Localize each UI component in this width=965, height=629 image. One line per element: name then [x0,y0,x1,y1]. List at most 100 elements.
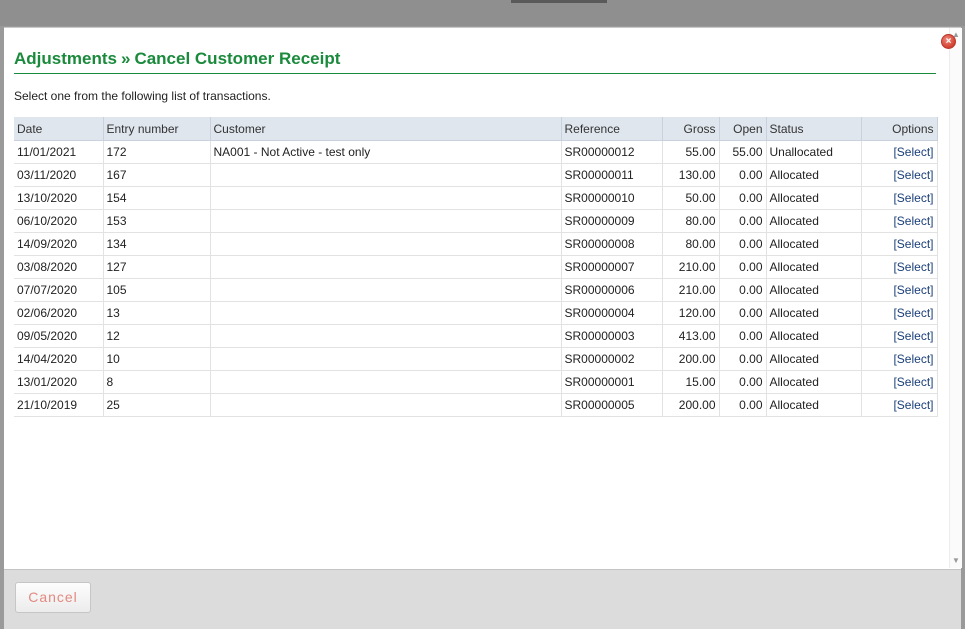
select-link[interactable]: [Select] [893,375,933,389]
cell-options: [Select] [861,163,938,187]
cell-options: [Select] [861,278,938,302]
column-header-entry-number[interactable]: Entry number [103,117,211,141]
select-link[interactable]: [Select] [893,283,933,297]
column-header-customer[interactable]: Customer [210,117,562,141]
backdrop-bar [511,0,607,3]
cancel-button[interactable]: Cancel [15,582,91,613]
cell-reference: SR00000012 [561,140,663,164]
cell-gross: 210.00 [662,255,720,279]
cell-customer [210,209,562,233]
cell-customer [210,163,562,187]
table-row: 07/07/2020 105 SR00000006 210.00 0.00 Allocat… [14,278,938,302]
select-link[interactable]: [Select] [893,145,933,159]
cell-status: Allocated [766,370,862,394]
cell-date: 14/04/2020 [14,347,104,371]
column-header-open[interactable]: Open [719,117,767,141]
column-header-status[interactable]: Status [766,117,862,141]
cell-entry-number: 105 [103,278,211,302]
dialog-scrollbar[interactable]: ▲ ▼ [949,28,962,568]
cell-options: [Select] [861,347,938,371]
cell-entry-number: 154 [103,186,211,210]
cell-options: [Select] [861,393,938,417]
cell-customer [210,347,562,371]
cell-status: Unallocated [766,140,862,164]
cell-gross: 80.00 [662,232,720,256]
cell-options: [Select] [861,209,938,233]
cell-reference: SR00000004 [561,301,663,325]
cell-options: [Select] [861,186,938,210]
cell-gross: 200.00 [662,347,720,371]
cell-status: Allocated [766,209,862,233]
cell-entry-number: 12 [103,324,211,348]
cell-open: 0.00 [719,163,767,187]
select-link[interactable]: [Select] [893,168,933,182]
select-link[interactable]: [Select] [893,260,933,274]
cell-status: Allocated [766,232,862,256]
cell-open: 0.00 [719,209,767,233]
cell-reference: SR00000009 [561,209,663,233]
select-link[interactable]: [Select] [893,237,933,251]
select-link[interactable]: [Select] [893,306,933,320]
cell-options: [Select] [861,370,938,394]
column-header-date[interactable]: Date [14,117,104,141]
title-separator: » [120,49,131,68]
table-row: 06/10/2020 153 SR00000009 80.00 0.00 Allocate… [14,209,938,233]
title-section: Adjustments [14,49,117,68]
cell-open: 0.00 [719,324,767,348]
cell-gross: 120.00 [662,301,720,325]
cell-reference: SR00000010 [561,186,663,210]
table-row: 13/01/2020 8 SR00000001 15.00 0.00 Allocated [… [14,370,938,394]
cell-date: 14/09/2020 [14,232,104,256]
cell-reference: SR00000001 [561,370,663,394]
cell-date: 07/07/2020 [14,278,104,302]
cell-status: Allocated [766,324,862,348]
select-link[interactable]: [Select] [893,214,933,228]
column-header-reference[interactable]: Reference [561,117,663,141]
cell-entry-number: 153 [103,209,211,233]
cell-gross: 50.00 [662,186,720,210]
cell-open: 0.00 [719,301,767,325]
page-title: Adjustments» Cancel Customer Receipt [14,49,936,74]
cell-customer: NA001 - Not Active - test only [210,140,562,164]
cell-gross: 15.00 [662,370,720,394]
cell-options: [Select] [861,301,938,325]
cell-reference: SR00000011 [561,163,663,187]
cell-entry-number: 134 [103,232,211,256]
cell-gross: 130.00 [662,163,720,187]
select-link[interactable]: [Select] [893,352,933,366]
scroll-down-arrow-icon[interactable]: ▼ [950,555,962,567]
table-row: 09/05/2020 12 SR00000003 413.00 0.00 Allocate… [14,324,938,348]
select-link[interactable]: [Select] [893,191,933,205]
cell-customer [210,324,562,348]
transactions-table: Date Entry number Customer Reference Gro… [14,117,938,417]
close-icon[interactable]: × [941,34,956,49]
table-row: 03/11/2020 167 SR00000011 130.00 0.00 Allocat… [14,163,938,187]
table-row: 14/09/2020 134 SR00000008 80.00 0.00 Allocate… [14,232,938,256]
table-row: 14/04/2020 10 SR00000002 200.00 0.00 Allocate… [14,347,938,371]
cell-date: 11/01/2021 [14,140,104,164]
cell-customer [210,301,562,325]
cell-open: 0.00 [719,393,767,417]
cell-date: 13/10/2020 [14,186,104,210]
cell-gross: 413.00 [662,324,720,348]
cell-options: [Select] [861,324,938,348]
table-row: 11/01/2021 172 NA001 - Not Active - test o… [14,140,938,164]
column-header-gross[interactable]: Gross [662,117,720,141]
cell-gross: 55.00 [662,140,720,164]
cell-date: 21/10/2019 [14,393,104,417]
cell-date: 03/11/2020 [14,163,104,187]
cell-date: 09/05/2020 [14,324,104,348]
cell-status: Allocated [766,186,862,210]
select-link[interactable]: [Select] [893,329,933,343]
cell-reference: SR00000006 [561,278,663,302]
cell-options: [Select] [861,255,938,279]
cell-reference: SR00000007 [561,255,663,279]
cell-gross: 210.00 [662,278,720,302]
cell-date: 13/01/2020 [14,370,104,394]
cell-open: 0.00 [719,278,767,302]
cell-date: 02/06/2020 [14,301,104,325]
dialog-content: Adjustments» Cancel Customer Receipt Sele… [4,28,949,568]
select-link[interactable]: [Select] [893,398,933,412]
cell-customer [210,370,562,394]
cell-open: 0.00 [719,347,767,371]
